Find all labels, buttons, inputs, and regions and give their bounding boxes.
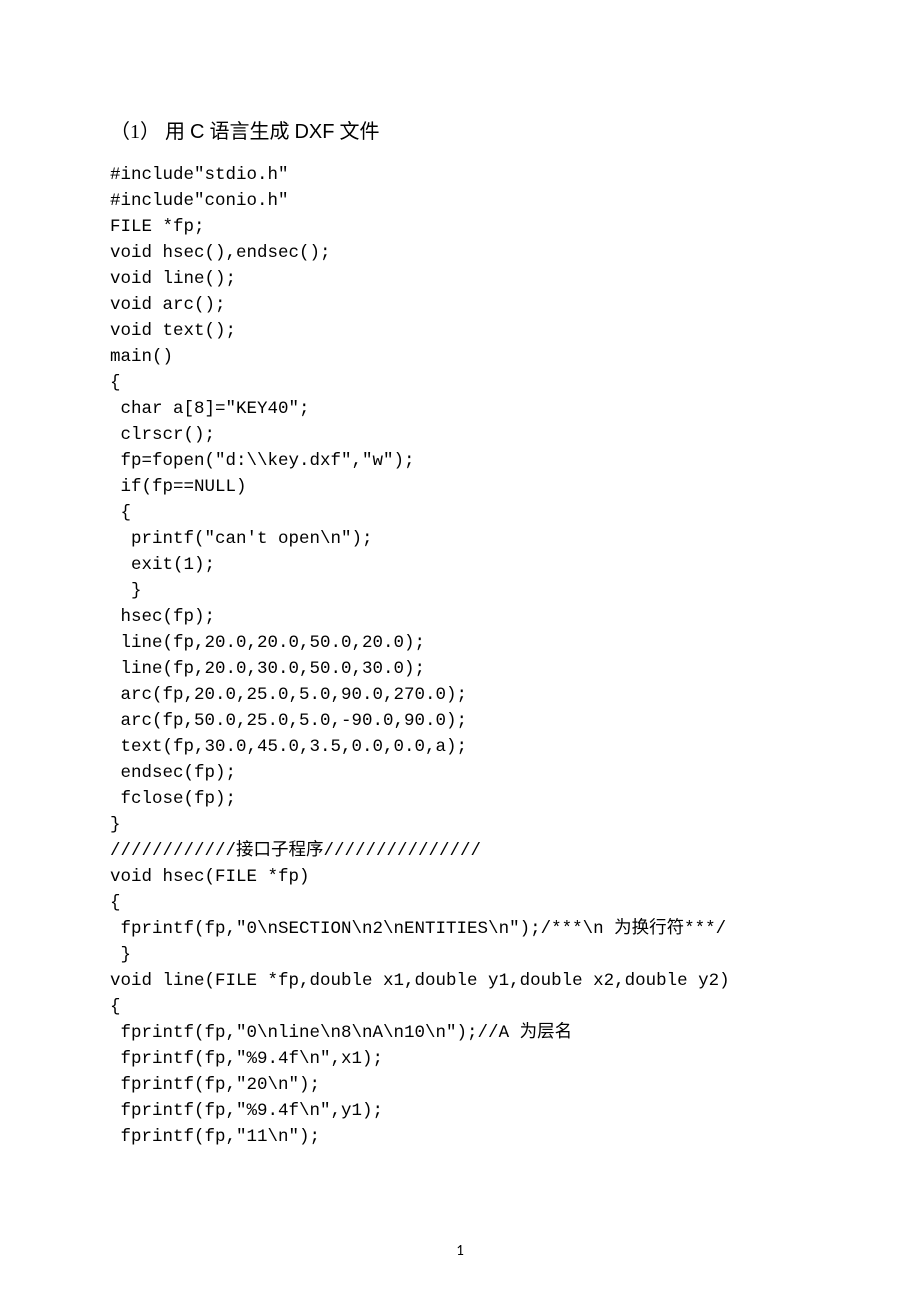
heading-text-3: 文件: [334, 121, 379, 143]
heading-number: （1）: [110, 121, 160, 143]
heading-text-1: 用: [165, 121, 190, 143]
page-number: 1: [0, 1242, 920, 1260]
heading-en-2: DXF: [294, 121, 334, 143]
heading-en-1: C: [190, 121, 204, 143]
heading-text-2: 语言生成: [204, 121, 294, 143]
section-heading: （1） 用 C 语言生成 DXF 文件: [110, 115, 810, 144]
code-block: #include"stdio.h" #include"conio.h" FILE…: [110, 162, 810, 1150]
document-page: （1） 用 C 语言生成 DXF 文件 #include"stdio.h" #i…: [0, 0, 920, 1300]
